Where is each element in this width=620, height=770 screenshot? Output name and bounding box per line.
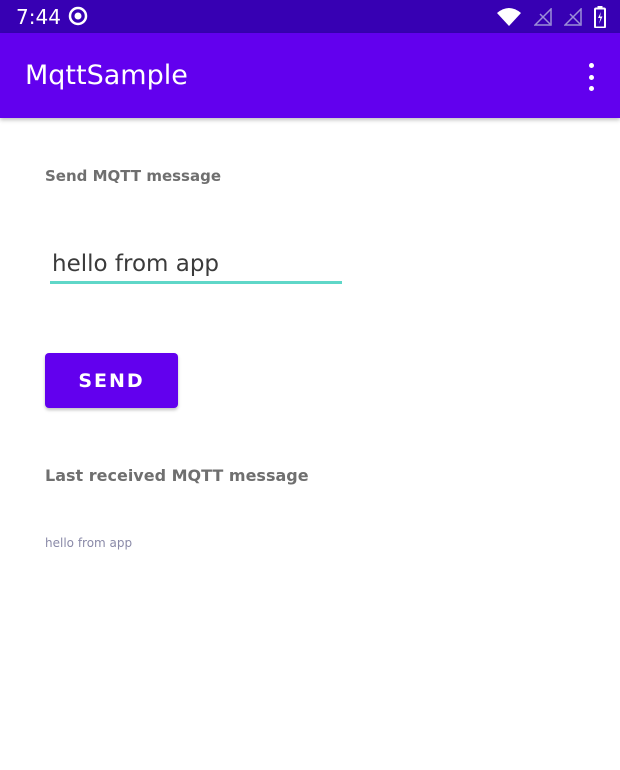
- send-button[interactable]: SEND: [45, 353, 178, 408]
- received-section-label: Last received MQTT message: [45, 466, 309, 485]
- received-message: hello from app: [45, 536, 133, 550]
- status-bar: 7:44: [0, 0, 620, 33]
- more-vert-icon[interactable]: [584, 63, 598, 91]
- battery-icon: [594, 6, 606, 28]
- status-time: 7:44: [16, 5, 61, 29]
- wifi-icon: [497, 8, 521, 26]
- app-bar: MqttSample: [0, 33, 620, 118]
- app-title: MqttSample: [25, 60, 188, 91]
- signal-off-icon: [534, 8, 552, 26]
- signal-off-icon: [564, 8, 582, 26]
- send-section-label: Send MQTT message: [45, 167, 222, 185]
- message-input[interactable]: [50, 248, 342, 284]
- status-icons: [496, 6, 606, 28]
- sync-icon: [68, 6, 88, 26]
- app-screen: 7:44 MqttSample Send MQTT message hello …: [0, 0, 620, 770]
